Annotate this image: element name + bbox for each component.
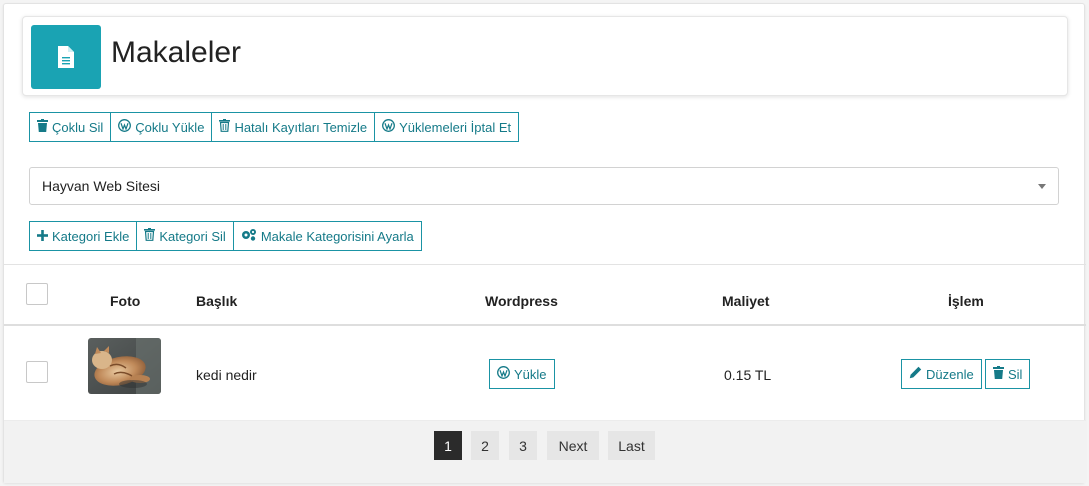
cancel-uploads-label: Yüklemeleri İptal Et [399, 119, 512, 135]
pagination: 1 2 3 Next Last [4, 420, 1086, 483]
set-category-button[interactable]: Makale Kategorisini Ayarla [232, 221, 422, 251]
column-header-cost: Maliyet [722, 293, 770, 309]
page-2-button[interactable]: 2 [471, 431, 499, 460]
wordpress-icon [118, 119, 132, 135]
bulk-toolbar: Çoklu Sil Çoklu Yükle Hatalı Kayıtları T… [29, 112, 520, 142]
page-3-button[interactable]: 3 [509, 431, 537, 460]
edit-button[interactable]: Düzenle [901, 359, 982, 389]
pencil-icon [909, 366, 922, 382]
row-cost: 0.15 TL [724, 367, 772, 383]
clear-errors-label: Hatalı Kayıtları Temizle [234, 119, 368, 135]
caret-down-icon [1038, 184, 1046, 189]
document-icon [31, 25, 101, 89]
column-header-action: İşlem [948, 293, 984, 309]
articles-card: Makaleler Çoklu Sil Çoklu Yükle Hatalı K… [3, 3, 1086, 483]
column-header-photo: Foto [110, 293, 141, 309]
delete-category-button[interactable]: Kategori Sil [136, 221, 234, 251]
trash-outline-icon [219, 119, 231, 135]
last-page-button[interactable]: Last [608, 431, 655, 460]
next-page-button[interactable]: Next [547, 431, 599, 460]
article-photo[interactable] [88, 338, 161, 394]
trash-outline-icon [144, 228, 156, 244]
column-header-wordpress: Wordpress [485, 293, 558, 309]
category-toolbar: Kategori Ekle Kategori Sil Makale Katego… [29, 221, 422, 251]
row-title: kedi nedir [196, 367, 257, 383]
column-header-title: Başlık [196, 293, 238, 309]
bulk-delete-label: Çoklu Sil [52, 119, 104, 135]
row-checkbox[interactable] [26, 361, 48, 383]
add-category-label: Kategori Ekle [52, 228, 130, 244]
bulk-upload-button[interactable]: Çoklu Yükle [110, 112, 213, 142]
site-select-value: Hayvan Web Sitesi [42, 178, 161, 194]
clear-errors-button[interactable]: Hatalı Kayıtları Temizle [211, 112, 376, 142]
wordpress-icon [382, 119, 396, 135]
bulk-upload-label: Çoklu Yükle [135, 119, 205, 135]
gears-icon [241, 228, 257, 244]
edit-label: Düzenle [926, 366, 974, 382]
cancel-uploads-button[interactable]: Yüklemeleri İptal Et [374, 112, 520, 142]
page-title: Makaleler [111, 36, 242, 69]
set-category-label: Makale Kategorisini Ayarla [260, 228, 414, 244]
delete-label: Sil [1008, 366, 1023, 382]
upload-label: Yükle [514, 366, 547, 382]
wordpress-icon [497, 366, 510, 382]
trash-icon [37, 119, 48, 135]
delete-button[interactable]: Sil [985, 359, 1031, 389]
page-header: Makaleler [22, 16, 1068, 96]
table-header-divider [4, 324, 1086, 326]
upload-button[interactable]: Yükle [489, 359, 555, 389]
site-select[interactable]: Hayvan Web Sitesi [29, 167, 1059, 205]
page-1-button[interactable]: 1 [434, 431, 462, 460]
add-category-button[interactable]: Kategori Ekle [29, 221, 138, 251]
table-top-divider [4, 264, 1086, 265]
trash-icon [993, 366, 1004, 382]
plus-icon [37, 229, 48, 244]
delete-category-label: Kategori Sil [159, 228, 226, 244]
select-all-checkbox[interactable] [26, 283, 48, 305]
bulk-delete-button[interactable]: Çoklu Sil [29, 112, 112, 142]
